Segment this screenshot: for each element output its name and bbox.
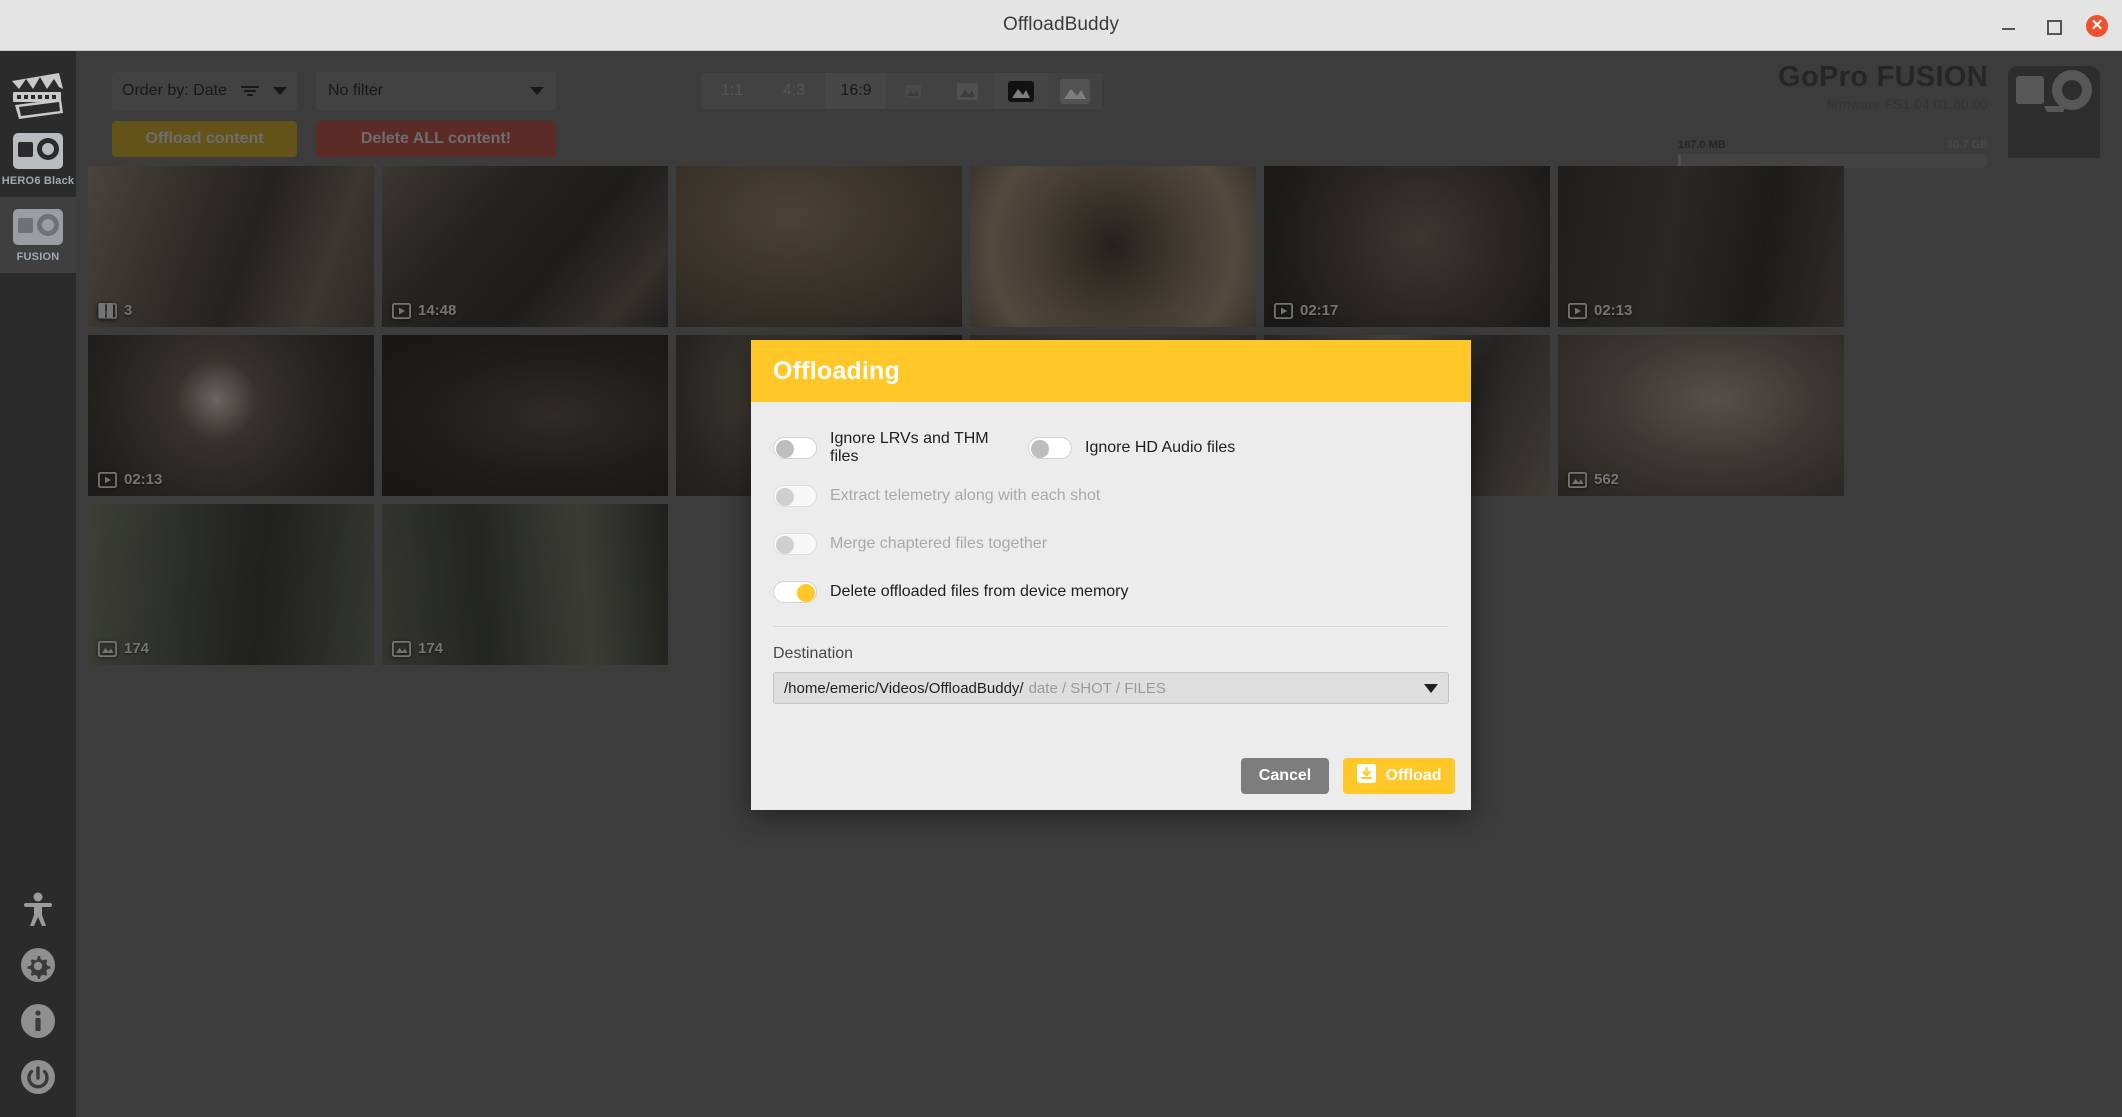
option-row: Delete offloaded files from device memor… xyxy=(773,568,1449,616)
destination-label: Destination xyxy=(773,645,1449,663)
chevron-down-icon xyxy=(1424,684,1438,693)
sidebar-item-label: HERO6 Black xyxy=(2,175,75,187)
option-delete-offloaded[interactable]: Delete offloaded files from device memor… xyxy=(773,581,1129,603)
option-label: Ignore HD Audio files xyxy=(1085,439,1235,457)
option-ignore-hd-audio[interactable]: Ignore HD Audio files xyxy=(1028,437,1235,459)
info-icon[interactable] xyxy=(20,1003,56,1039)
option-label: Delete offloaded files from device memor… xyxy=(830,583,1129,601)
option-label: Extract telemetry along with each shot xyxy=(830,487,1100,505)
window-titlebar: OffloadBuddy ✕ xyxy=(0,0,2122,51)
dialog-header: Offloading xyxy=(751,340,1471,402)
camera-icon xyxy=(13,209,63,245)
option-extract-telemetry: Extract telemetry along with each shot xyxy=(773,485,1100,507)
window-controls: ✕ xyxy=(1998,0,2108,51)
offloading-dialog: Offloading Ignore LRVs and THM files Ign… xyxy=(751,340,1471,810)
cancel-button[interactable]: Cancel xyxy=(1241,758,1329,794)
option-merge-chaptered: Merge chaptered files together xyxy=(773,533,1047,555)
toggle-merge-chaptered xyxy=(773,533,817,555)
gear-icon[interactable] xyxy=(20,947,56,983)
option-ignore-lrv-thm[interactable]: Ignore LRVs and THM files xyxy=(773,430,1018,466)
offload-button[interactable]: Offload xyxy=(1343,758,1455,794)
cancel-label: Cancel xyxy=(1259,767,1311,785)
destination-path: /home/emeric/Videos/OffloadBuddy/ xyxy=(784,680,1024,697)
destination-select[interactable]: /home/emeric/Videos/OffloadBuddy/ date /… xyxy=(773,672,1449,704)
dialog-body: Ignore LRVs and THM files Ignore HD Audi… xyxy=(751,402,1471,704)
camera-icon xyxy=(13,133,63,169)
sidebar-bottom-actions xyxy=(20,891,56,1117)
destination-pattern: date / SHOT / FILES xyxy=(1029,680,1424,697)
filmstrip-logo-icon xyxy=(9,67,67,121)
minimize-button[interactable] xyxy=(1998,15,2020,37)
option-label: Ignore LRVs and THM files xyxy=(830,430,1018,466)
toggle-ignore-lrv-thm[interactable] xyxy=(773,437,817,459)
option-label: Merge chaptered files together xyxy=(830,535,1047,553)
toggle-ignore-hd-audio[interactable] xyxy=(1028,437,1072,459)
dialog-title: Offloading xyxy=(773,357,900,386)
toggle-delete-offloaded[interactable] xyxy=(773,581,817,603)
dialog-footer: Cancel Offload xyxy=(1241,758,1455,794)
power-icon[interactable] xyxy=(20,1059,56,1095)
offload-label: Offload xyxy=(1386,767,1442,785)
option-row: Extract telemetry along with each shot xyxy=(773,472,1449,520)
window-title: OffloadBuddy xyxy=(1003,14,1119,36)
option-row: Ignore LRVs and THM files Ignore HD Audi… xyxy=(773,424,1449,472)
sidebar-item-label: FUSION xyxy=(17,251,60,263)
close-icon[interactable]: ✕ xyxy=(2086,15,2108,37)
toggle-extract-telemetry xyxy=(773,485,817,507)
accessibility-icon[interactable] xyxy=(20,891,56,927)
divider xyxy=(773,626,1449,627)
maximize-button[interactable] xyxy=(2042,15,2064,37)
sidebar: HERO6 Black FUSION xyxy=(0,51,76,1117)
sidebar-item-hero6[interactable]: HERO6 Black xyxy=(0,121,76,197)
option-row: Merge chaptered files together xyxy=(773,520,1449,568)
sidebar-item-fusion[interactable]: FUSION xyxy=(0,197,76,273)
download-box-icon xyxy=(1357,764,1376,788)
